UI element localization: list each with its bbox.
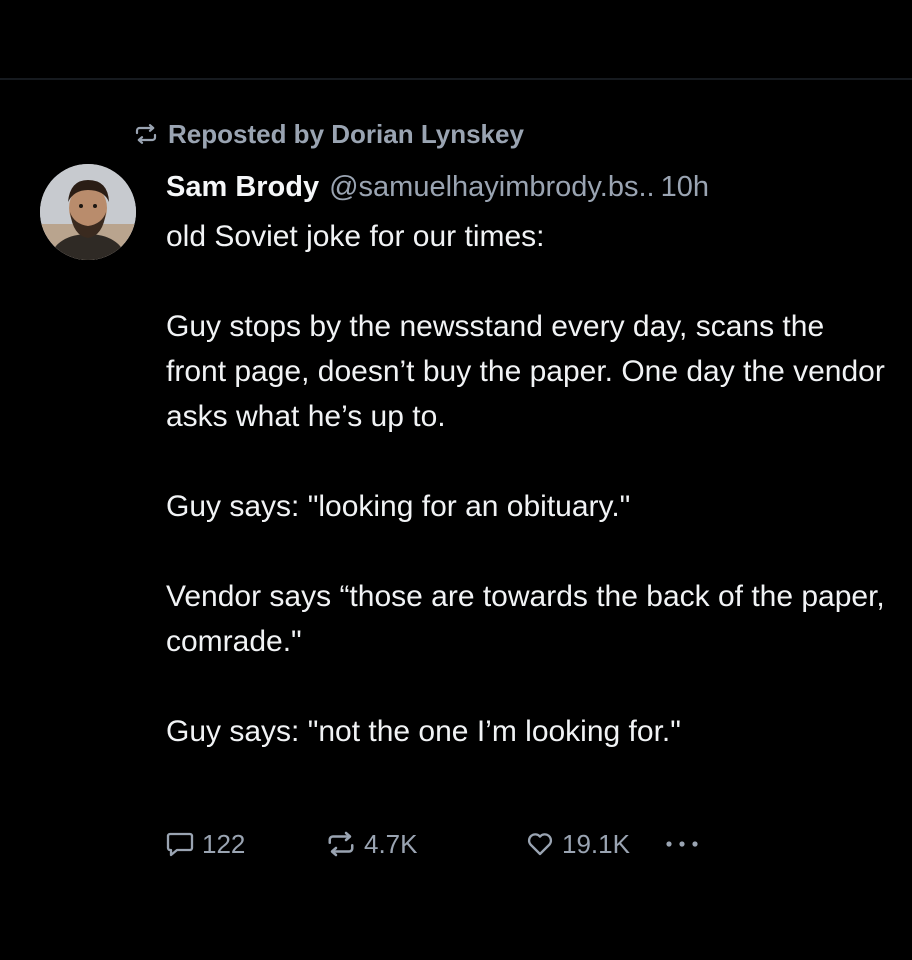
author-avatar[interactable] [40,164,136,260]
post-header: Sam Brody @samuelhayimbrody.bs.. 10h [166,166,709,208]
post-paragraph: Vendor says “those are towards the back … [166,580,885,658]
post-actions: 122 4.7K 19.1K [166,822,724,866]
repost-button[interactable]: 4.7K [326,829,526,860]
post-body[interactable]: old Soviet joke for our times: Guy stops… [166,214,886,754]
post-time[interactable]: 10h [661,171,709,204]
repost-icon [134,124,158,144]
more-icon [664,839,700,849]
like-button[interactable]: 19.1K [526,829,664,860]
post-paragraph: Guy says: "not the one I’m looking for." [166,715,681,748]
reply-icon [166,831,194,857]
reply-button[interactable]: 122 [166,829,326,860]
avatar-photo [40,164,136,260]
heart-icon [526,831,554,857]
top-divider [0,78,912,80]
repost-label: Reposted by Dorian Lynskey [168,118,524,149]
post-paragraph: Guy says: "looking for an obituary." [166,490,631,523]
like-count: 19.1K [562,828,630,859]
post-paragraph: old Soviet joke for our times: [166,220,545,253]
author-name[interactable]: Sam Brody [166,171,319,204]
more-options-button[interactable] [664,839,724,849]
author-handle[interactable]: @samuelhayimbrody.bs.. [329,171,654,204]
reply-count: 122 [202,828,246,859]
repost-icon [326,831,356,857]
repost-count: 4.7K [364,828,418,859]
repost-indicator[interactable]: Reposted by Dorian Lynskey [134,116,524,152]
post-paragraph: Guy stops by the newsstand every day, sc… [166,310,885,433]
